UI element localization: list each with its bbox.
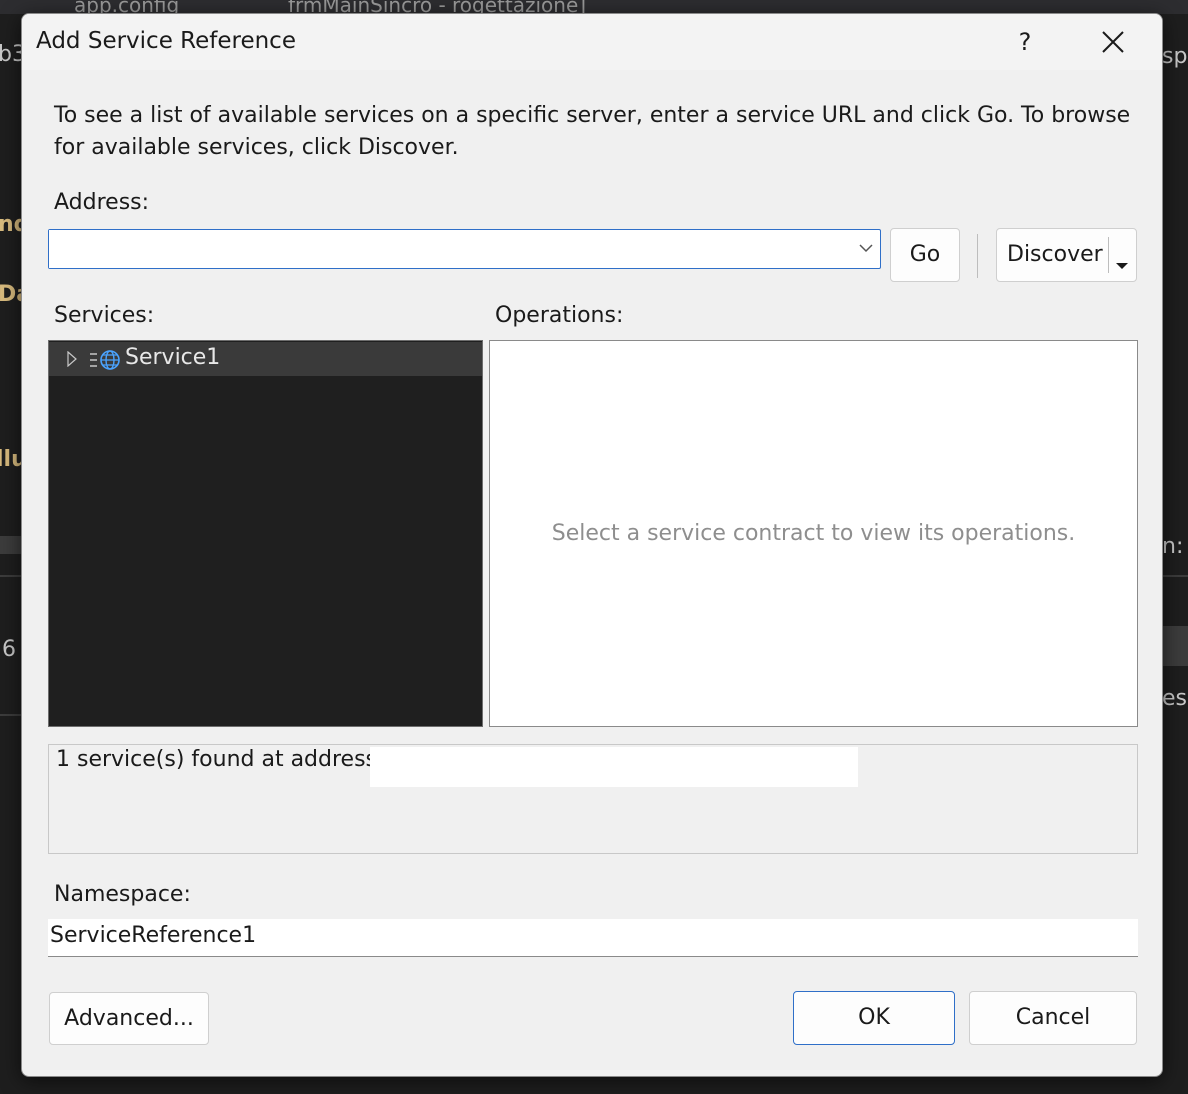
- add-service-reference-dialog: Add Service Reference ? To see a list of…: [21, 13, 1163, 1077]
- chevron-down-icon[interactable]: [858, 240, 874, 259]
- go-button[interactable]: Go: [890, 228, 960, 282]
- ide-divider: [0, 536, 21, 554]
- discover-split-button[interactable]: Discover: [996, 228, 1137, 282]
- advanced-button[interactable]: Advanced...: [49, 992, 209, 1045]
- operations-list[interactable]: Select a service contract to view its op…: [489, 340, 1138, 727]
- address-combobox[interactable]: [48, 229, 881, 269]
- ide-fragment: spi: [1162, 44, 1188, 69]
- address-label: Address:: [54, 190, 150, 215]
- ide-divider: [1163, 575, 1188, 577]
- help-button[interactable]: ?: [1002, 24, 1048, 60]
- ide-divider: [1163, 626, 1188, 666]
- operations-label: Operations:: [495, 303, 624, 328]
- web-service-icon: [89, 349, 123, 375]
- toolbar-separator: [977, 234, 978, 278]
- dialog-title: Add Service Reference: [36, 28, 296, 54]
- close-button[interactable]: [1090, 24, 1136, 60]
- dialog-titlebar[interactable]: Add Service Reference ?: [22, 14, 1162, 70]
- services-label: Services:: [54, 303, 155, 328]
- namespace-input[interactable]: ServiceReference1: [48, 919, 1138, 957]
- ide-divider: [0, 575, 21, 577]
- status-box: 1 service(s) found at address ': [48, 744, 1138, 854]
- dropdown-arrow-icon[interactable]: [1115, 251, 1129, 276]
- split-divider: [1108, 237, 1109, 273]
- services-tree[interactable]: Service1: [48, 340, 483, 727]
- expand-arrow-icon[interactable]: [67, 350, 77, 371]
- tree-item-label: Service1: [125, 345, 221, 370]
- status-text: 1 service(s) found at address ': [56, 747, 391, 772]
- ide-fragment: n: 4: [1162, 534, 1188, 559]
- discover-button-label: Discover: [1007, 242, 1103, 267]
- namespace-label: Namespace:: [54, 882, 191, 907]
- status-address-redacted: [370, 747, 858, 787]
- dialog-description: To see a list of available services on a…: [54, 103, 1131, 160]
- ide-tab-app-config[interactable]: app.config: [74, 0, 179, 14]
- ide-fragment: ess: [1162, 686, 1188, 711]
- cancel-button[interactable]: Cancel: [969, 991, 1137, 1045]
- close-icon: [1102, 31, 1124, 53]
- address-value: [49, 230, 411, 268]
- ide-tab-frm-main[interactable]: frmMainSincro - rogettazione]: [288, 0, 586, 14]
- tree-item-service1[interactable]: Service1: [49, 342, 482, 376]
- ide-divider: [0, 714, 21, 716]
- ide-fragment: 6: [2, 637, 16, 662]
- operations-empty-hint: Select a service contract to view its op…: [551, 521, 1076, 546]
- ok-button[interactable]: OK: [793, 991, 955, 1045]
